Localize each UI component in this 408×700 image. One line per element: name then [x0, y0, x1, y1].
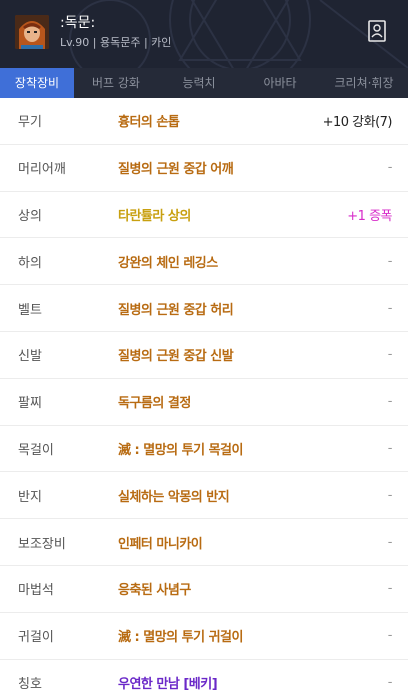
equipment-item-name[interactable]: 질병의 근원 중갑 신발 — [118, 345, 234, 364]
equipment-enhancement: - — [387, 674, 393, 690]
character-portrait-icon — [15, 15, 49, 49]
tab-avatar[interactable]: 아바타 — [240, 68, 320, 98]
equipment-slot-label: 상의 — [18, 208, 42, 224]
equipment-item-name[interactable]: 질병의 근원 중갑 어깨 — [118, 158, 234, 177]
equipment-row[interactable]: 보조장비 인페터 마니카이 - — [0, 519, 408, 566]
equipment-row[interactable]: 팔찌 독구름의 결정 - — [0, 379, 408, 426]
equipment-enhancement: +1 증폭 — [347, 208, 392, 224]
equipment-enhancement: - — [387, 440, 393, 456]
equipment-row[interactable]: 무기 흉터의 손톱 +10 강화(7) — [0, 98, 408, 145]
equipment-enhancement: - — [387, 347, 393, 363]
tab-creature-emblem[interactable]: 크리쳐·휘장 — [320, 68, 408, 98]
equipment-slot-label: 보조장비 — [18, 536, 66, 552]
equipment-enhancement: - — [387, 581, 393, 597]
character-name: :독문: — [60, 15, 96, 31]
equipment-slot-label: 신발 — [18, 349, 42, 365]
equipment-item-name[interactable]: 실체하는 악몽의 반지 — [118, 486, 230, 505]
equipment-row[interactable]: 하의 강완의 체인 레깅스 - — [0, 238, 408, 286]
tab-stats[interactable]: 능력치 — [158, 68, 240, 98]
character-avatar[interactable] — [15, 15, 49, 49]
tab-buff-enhance[interactable]: 버프 강화 — [74, 68, 158, 98]
equipment-row[interactable]: 반지 실체하는 악몽의 반지 - — [0, 472, 408, 520]
equipment-item-name[interactable]: 滅 : 멸망의 투기 목걸이 — [118, 439, 243, 458]
equipment-item-name[interactable]: 滅 : 멸망의 투기 귀걸이 — [118, 626, 243, 645]
equipment-row[interactable]: 목걸이 滅 : 멸망의 투기 목걸이 - — [0, 426, 408, 473]
equipment-item-name[interactable]: 타란튤라 상의 — [118, 205, 191, 224]
tab-equipment[interactable]: 장착장비 — [0, 68, 74, 98]
character-header: :독문: Lv.90 | 용독문주 | 카인 — [0, 0, 408, 68]
profile-card-button[interactable] — [365, 18, 389, 44]
equipment-row[interactable]: 벨트 질병의 근원 중갑 허리 - — [0, 285, 408, 332]
equipment-slot-label: 머리어깨 — [18, 162, 66, 178]
equipment-slot-label: 귀걸이 — [18, 630, 54, 646]
equipment-enhancement: - — [387, 394, 393, 410]
equipment-slot-label: 반지 — [18, 489, 42, 505]
equipment-slot-label: 칭호 — [18, 676, 42, 692]
equipment-row[interactable]: 칭호 우연한 만남 [베키] - — [0, 660, 408, 700]
equipment-row[interactable]: 상의 타란튤라 상의 +1 증폭 — [0, 192, 408, 239]
header-pattern-decoration — [69, 0, 408, 68]
equipment-slot-label: 팔찌 — [18, 396, 42, 412]
equipment-slot-label: 마법석 — [18, 583, 54, 599]
equipment-row[interactable]: 신발 질병의 근원 중갑 신발 - — [0, 332, 408, 379]
equipment-row[interactable]: 마법석 응축된 사념구 - — [0, 566, 408, 613]
equipment-row[interactable]: 귀걸이 滅 : 멸망의 투기 귀걸이 - — [0, 613, 408, 660]
character-info: Lv.90 | 용독문주 | 카인 — [60, 36, 172, 49]
equipment-item-name[interactable]: 응축된 사념구 — [118, 579, 191, 598]
equipment-slot-label: 무기 — [18, 115, 42, 131]
equipment-slot-label: 하의 — [18, 255, 42, 271]
equipment-enhancement: +10 강화(7) — [322, 115, 393, 131]
profile-card-icon — [368, 20, 386, 42]
equipment-tabs: 장착장비 버프 강화 능력치 아바타 크리쳐·휘장 — [0, 68, 408, 98]
equipment-slot-label: 벨트 — [18, 302, 42, 318]
equipment-enhancement: - — [387, 300, 393, 316]
equipment-list: 무기 흉터의 손톱 +10 강화(7) 머리어깨 질병의 근원 중갑 어깨 - 상의 타란튤라… — [0, 98, 408, 700]
equipment-slot-label: 목걸이 — [18, 442, 54, 458]
equipment-item-name[interactable]: 강완의 체인 레깅스 — [118, 252, 218, 271]
equipment-enhancement: - — [387, 487, 393, 503]
equipment-enhancement: - — [387, 628, 393, 644]
equipment-enhancement: - — [387, 160, 393, 176]
equipment-item-name[interactable]: 독구름의 결정 — [118, 392, 191, 411]
equipment-enhancement: - — [387, 534, 393, 550]
equipment-item-name[interactable]: 흉터의 손톱 — [118, 111, 180, 130]
equipment-row[interactable]: 머리어깨 질병의 근원 중갑 어깨 - — [0, 145, 408, 192]
equipment-item-name[interactable]: 우연한 만남 [베키] — [118, 673, 218, 692]
equipment-item-name[interactable]: 질병의 근원 중갑 허리 — [118, 299, 234, 318]
equipment-enhancement: - — [387, 253, 393, 269]
equipment-item-name[interactable]: 인페터 마니카이 — [118, 533, 203, 552]
